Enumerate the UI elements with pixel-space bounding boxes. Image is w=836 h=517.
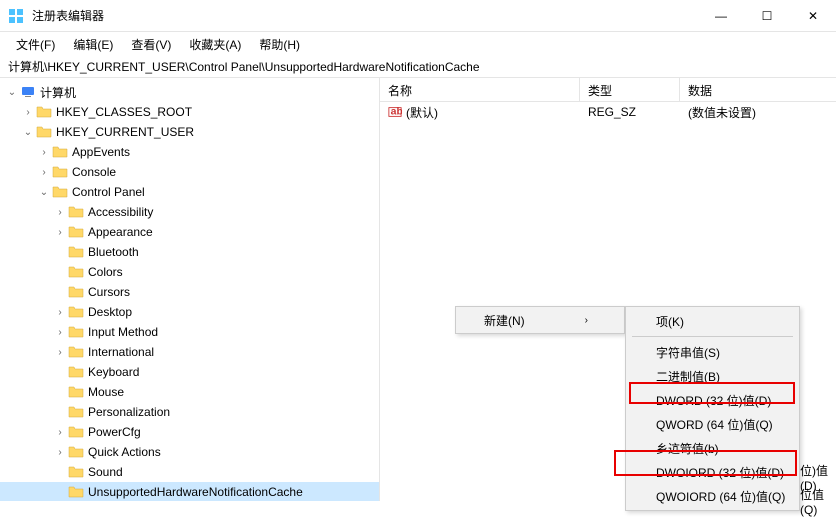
list-header: 名称 类型 数据 — [380, 78, 836, 102]
window-controls: — ☐ ✕ — [698, 0, 836, 32]
column-data[interactable]: 数据 — [680, 78, 836, 101]
tree-input-method[interactable]: › Input Method — [0, 322, 379, 342]
expand-icon[interactable]: › — [52, 227, 68, 238]
tree-mouse[interactable]: Mouse — [0, 382, 379, 402]
expand-icon[interactable]: ⌄ — [4, 87, 20, 98]
folder-icon — [68, 284, 84, 300]
menu-binary[interactable]: 二进制值(B) — [628, 364, 797, 388]
folder-icon — [36, 124, 52, 140]
list-row[interactable]: ab (默认) REG_SZ (数值未设置) — [380, 102, 836, 122]
value-data: (数值未设置) — [680, 104, 836, 121]
menu-help[interactable]: 帮助(H) — [251, 34, 308, 55]
menu-qword2[interactable]: QWOIORD (64 位)值(Q) — [628, 484, 797, 508]
tree-control-panel[interactable]: ⌄ Control Panel — [0, 182, 379, 202]
tree-international[interactable]: › International — [0, 342, 379, 362]
tree-colors[interactable]: Colors — [0, 262, 379, 282]
expand-icon[interactable]: › — [52, 347, 68, 358]
tree-powercfg[interactable]: › PowerCfg — [0, 422, 379, 442]
addressbar[interactable]: 计算机\HKEY_CURRENT_USER\Control Panel\Unsu… — [0, 56, 836, 78]
folder-icon — [68, 484, 84, 500]
tree-quick-actions[interactable]: › Quick Actions — [0, 442, 379, 462]
folder-icon — [68, 464, 84, 480]
tree-personalization[interactable]: Personalization — [0, 402, 379, 422]
context-menu-new: 项(K) 字符串值(S) 二进制值(B) DWORD (32 位)值(D) QW… — [625, 306, 800, 511]
tree-appearance[interactable]: › Appearance — [0, 222, 379, 242]
tree-keyboard[interactable]: Keyboard — [0, 362, 379, 382]
tree-pane[interactable]: ⌄ 计算机 › HKEY_CLASSES_ROOT ⌄ HKEY_CURRENT… — [0, 78, 380, 501]
menu-edit[interactable]: 编辑(E) — [65, 34, 121, 55]
folder-icon — [68, 384, 84, 400]
folder-icon — [68, 344, 84, 360]
menu-dword[interactable]: DWORD (32 位)值(D) — [628, 388, 797, 412]
folder-icon — [68, 264, 84, 280]
expand-icon[interactable]: ⌄ — [36, 187, 52, 198]
expand-icon[interactable]: › — [36, 147, 52, 158]
tree-cursors[interactable]: Cursors — [0, 282, 379, 302]
expand-icon[interactable]: › — [20, 107, 36, 118]
folder-icon — [68, 204, 84, 220]
expand-icon[interactable]: › — [36, 167, 52, 178]
menu-string[interactable]: 字符串值(S) — [628, 340, 797, 364]
tree-sound[interactable]: Sound — [0, 462, 379, 482]
expand-icon[interactable]: › — [52, 447, 68, 458]
expand-icon[interactable]: › — [52, 327, 68, 338]
expand-icon[interactable]: › — [52, 307, 68, 318]
titlebar: 注册表编辑器 — ☐ ✕ — [0, 0, 836, 32]
tree-hkcu[interactable]: ⌄ HKEY_CURRENT_USER — [0, 122, 379, 142]
context-new-item[interactable]: 新建(N) › — [455, 306, 625, 334]
folder-icon — [68, 444, 84, 460]
tree-hkcr[interactable]: › HKEY_CLASSES_ROOT — [0, 102, 379, 122]
folder-icon — [68, 244, 84, 260]
folder-icon — [68, 364, 84, 380]
menu-dword2[interactable]: DWOIORD (32 位)值(D) — [628, 460, 797, 484]
tree-accessibility[interactable]: › Accessibility — [0, 202, 379, 222]
menu-key[interactable]: 项(K) — [628, 309, 797, 333]
menu-separator — [632, 336, 793, 337]
tree-desktop[interactable]: › Desktop — [0, 302, 379, 322]
close-button[interactable]: ✕ — [790, 0, 836, 32]
maximize-button[interactable]: ☐ — [744, 0, 790, 32]
minimize-button[interactable]: — — [698, 0, 744, 32]
address-path: 计算机\HKEY_CURRENT_USER\Control Panel\Unsu… — [8, 58, 480, 75]
submenu-arrow-icon: › — [585, 315, 588, 326]
folder-icon — [52, 184, 68, 200]
menu-file[interactable]: 文件(F) — [8, 34, 63, 55]
folder-icon — [68, 404, 84, 420]
menubar: 文件(F) 编辑(E) 查看(V) 收藏夹(A) 帮助(H) — [0, 32, 836, 56]
computer-icon — [20, 84, 36, 100]
column-type[interactable]: 类型 — [580, 78, 680, 101]
expand-icon[interactable]: › — [52, 427, 68, 438]
overflow-tail: 位值(Q) — [800, 486, 836, 517]
string-value-icon: ab — [388, 105, 402, 119]
menu-multi[interactable]: 乡迒笴值(b) — [628, 436, 797, 460]
tree-bluetooth[interactable]: Bluetooth — [0, 242, 379, 262]
folder-icon — [68, 224, 84, 240]
folder-icon — [68, 424, 84, 440]
folder-icon — [52, 164, 68, 180]
folder-icon — [68, 324, 84, 340]
expand-icon[interactable]: › — [52, 207, 68, 218]
tree-appevents[interactable]: › AppEvents — [0, 142, 379, 162]
menu-view[interactable]: 查看(V) — [123, 34, 179, 55]
svg-text:ab: ab — [391, 106, 402, 118]
folder-icon — [52, 144, 68, 160]
folder-icon — [36, 104, 52, 120]
tree-computer[interactable]: ⌄ 计算机 — [0, 82, 379, 102]
tree-console[interactable]: › Console — [0, 162, 379, 182]
menu-favorites[interactable]: 收藏夹(A) — [181, 34, 249, 55]
value-name: (默认) — [406, 104, 438, 121]
column-name[interactable]: 名称 — [380, 78, 580, 101]
menu-qword[interactable]: QWORD (64 位)值(Q) — [628, 412, 797, 436]
expand-icon[interactable]: ⌄ — [20, 127, 36, 138]
app-icon — [8, 8, 24, 24]
tree-unsupported[interactable]: UnsupportedHardwareNotificationCache — [0, 482, 379, 501]
window-title: 注册表编辑器 — [32, 7, 698, 24]
value-type: REG_SZ — [580, 105, 680, 119]
folder-icon — [68, 304, 84, 320]
